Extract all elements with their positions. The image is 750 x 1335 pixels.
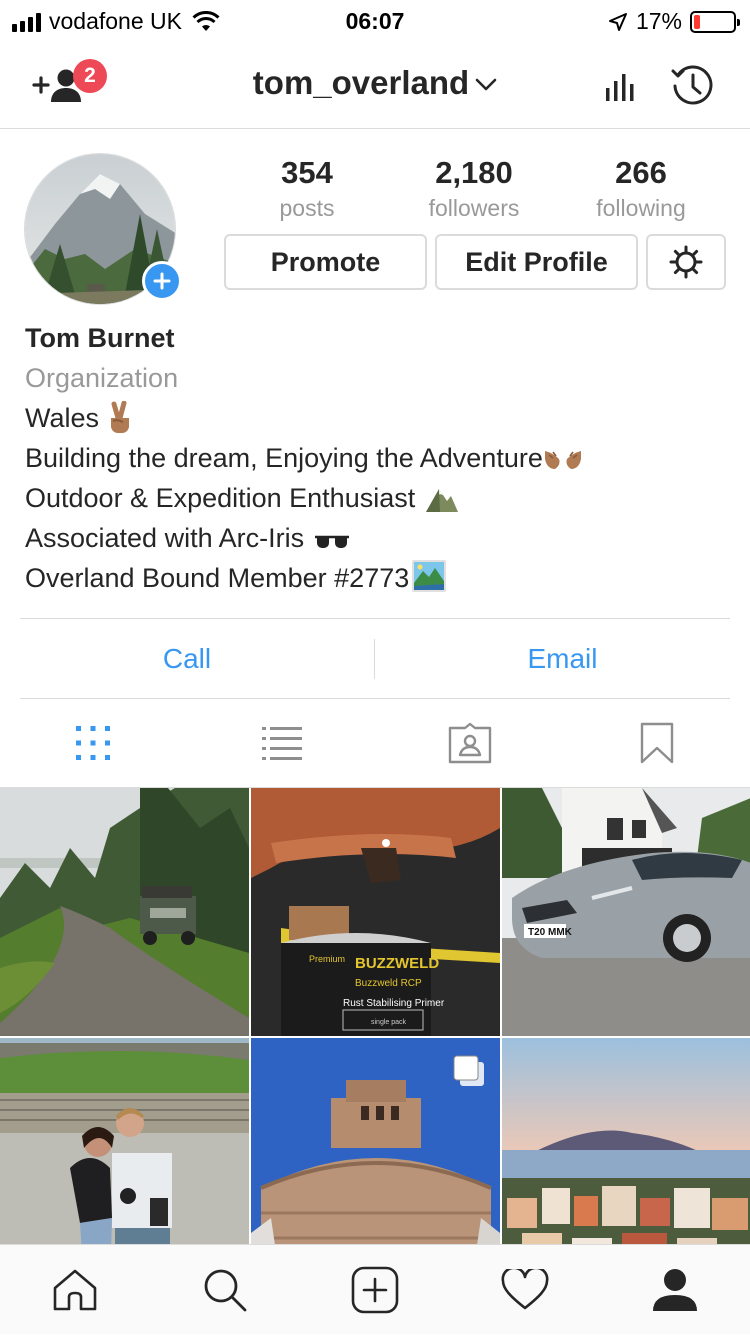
battery-percent: 17% [635,8,682,34]
history-clock-icon [671,65,713,105]
profile-category: Organization [25,363,179,393]
tab-activity[interactable] [450,1245,600,1335]
post-thumbnail-3[interactable]: T20 MMK [502,788,750,1036]
tin-premium-text: Premium [309,954,345,964]
bottom-tab-bar [0,1244,750,1334]
bio-line: Associated with Arc-Iris [25,518,583,558]
search-icon [204,1269,247,1312]
post-thumbnail-4[interactable] [0,1038,249,1244]
post-thumbnail-5[interactable] [251,1038,500,1244]
tab-search[interactable] [150,1245,300,1335]
add-story-button[interactable] [142,261,182,301]
archive-button[interactable] [668,62,718,110]
location-arrow-icon [608,12,627,31]
bio-line: Outdoor & Expedition Enthusiast [25,478,583,518]
posts-value: 354 [281,155,333,190]
grid-icon [76,726,110,760]
tab-new-post[interactable] [300,1245,450,1335]
bio-line: Overland Bound Member #2773 [25,558,583,598]
tin-desc-text: Rust Stabilising Primer [343,998,445,1009]
post-thumbnail-6[interactable] [502,1038,750,1244]
list-icon [262,727,302,760]
settings-button[interactable] [646,234,726,290]
bookmark-icon [640,722,674,764]
contact-options-bar: Call Email [20,618,730,699]
tab-profile[interactable] [600,1245,750,1335]
profile-person-icon [653,1269,697,1311]
license-plate-text: T20 MMK [528,927,573,938]
tab-grid[interactable] [18,699,168,787]
multiple-photos-icon [453,1055,484,1086]
email-button[interactable]: Email [375,619,750,699]
tab-tagged[interactable] [395,699,545,787]
victory-hand-emoji-icon [111,401,130,433]
following-value: 266 [615,155,667,190]
tagged-person-icon [448,722,492,764]
battery-icon [690,10,740,33]
posts-label: posts [279,195,335,221]
profile-header: 2 tom_overland [0,40,750,129]
tab-saved[interactable] [582,699,732,787]
plus-icon [153,272,171,290]
following-label: following [596,195,686,221]
mountain-emoji-icon [426,489,459,512]
following-count[interactable]: 266 following [566,155,716,222]
national-park-emoji-icon [412,560,447,592]
home-icon [53,1269,97,1311]
profile-bio: Tom Burnet Organization Wales Building t… [25,318,583,598]
post-thumbnail-2[interactable]: BUZZWELD Premium Buzzweld RCP Rust Stabi… [251,788,500,1036]
call-button[interactable]: Call [20,619,354,699]
tab-list[interactable] [207,699,357,787]
promote-button[interactable]: Promote [224,234,427,290]
gear-icon [669,245,703,279]
followers-value: 2,180 [435,155,513,190]
heart-icon [501,1269,549,1310]
tin-brand-text: BUZZWELD [355,955,439,972]
profile-view-tabs [0,699,750,788]
bio-line: Building the dream, Enjoying the Adventu… [25,438,583,478]
edit-profile-button[interactable]: Edit Profile [435,234,638,290]
tin-product-text: Buzzweld RCP [355,978,422,989]
followers-count[interactable]: 2,180 followers [399,155,549,222]
status-bar: vodafone UK 06:07 17% [0,0,750,40]
add-post-icon [351,1266,399,1314]
bar-chart-icon [606,74,634,101]
tin-pack-text: single pack [371,1019,407,1026]
profile-name: Tom Burnet [25,323,175,353]
followers-label: followers [428,195,520,221]
username-title: tom_overland [252,64,470,101]
insights-button[interactable] [598,64,642,108]
bio-line: Wales [25,398,583,438]
chevron-down-icon [475,78,497,91]
post-thumbnail-1[interactable] [0,788,249,1036]
open-hands-emoji-icon [544,451,581,469]
posts-count[interactable]: 354 posts [232,155,382,222]
sunglasses-emoji-icon [315,535,350,548]
posts-grid: BUZZWELD Premium Buzzweld RCP Rust Stabi… [0,788,750,1244]
tab-home[interactable] [0,1245,150,1335]
